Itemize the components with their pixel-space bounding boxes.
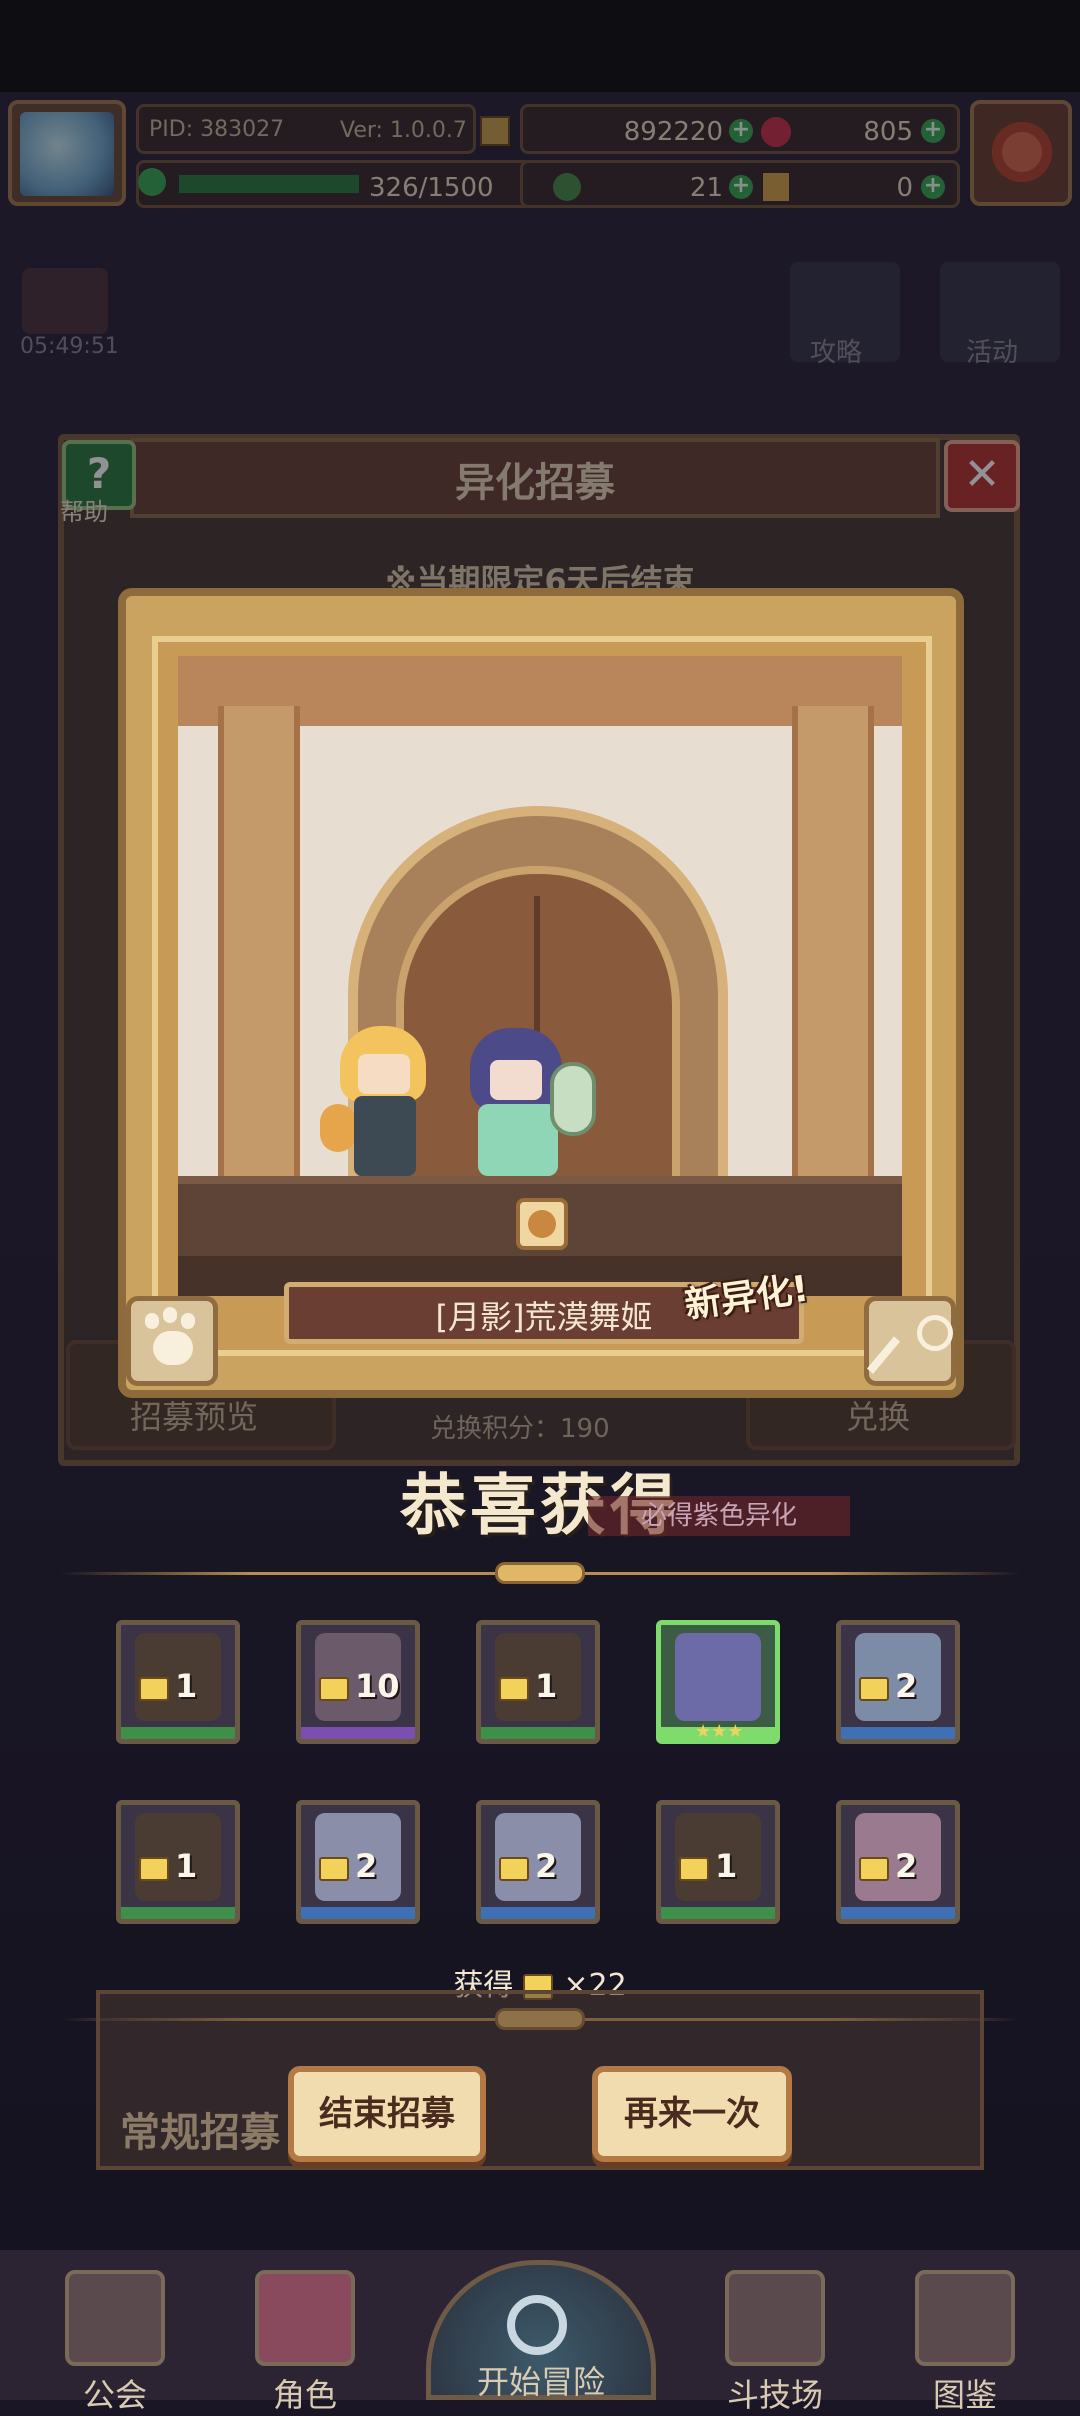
shard-count: 1 bbox=[715, 1847, 738, 1885]
nav-guild[interactable]: 公会 bbox=[40, 2270, 190, 2416]
rarity-bar bbox=[481, 1727, 595, 1739]
nav-codex[interactable]: 图鉴 bbox=[890, 2270, 1040, 2416]
reward-tile[interactable]: 2 bbox=[476, 1800, 600, 1924]
shard-pack-icon bbox=[499, 1677, 529, 1701]
reward-tile[interactable]: ★★★ bbox=[656, 1620, 780, 1744]
rarity-bar bbox=[841, 1907, 955, 1919]
paw-icon[interactable] bbox=[126, 1296, 218, 1386]
shard-count: 10 bbox=[355, 1667, 400, 1705]
nav-arena[interactable]: 斗技场 bbox=[700, 2270, 850, 2416]
shard-pack-icon bbox=[679, 1857, 709, 1881]
reward-tile[interactable]: 1 bbox=[116, 1800, 240, 1924]
character-scene bbox=[178, 656, 902, 1296]
nav-codex-label: 图鉴 bbox=[932, 2376, 997, 2414]
shard-count: 2 bbox=[895, 1667, 918, 1705]
rarity-bar bbox=[841, 1727, 955, 1739]
shard-count: 1 bbox=[535, 1667, 558, 1705]
nav-arena-label: 斗技场 bbox=[726, 2376, 823, 2414]
character-icon bbox=[255, 2270, 355, 2366]
recruit-again-button[interactable]: 再来一次 bbox=[592, 2066, 792, 2162]
shard-pack-icon bbox=[319, 1677, 349, 1701]
shard-pack-icon bbox=[319, 1857, 349, 1881]
book-icon bbox=[915, 2270, 1015, 2366]
shard-count: 1 bbox=[175, 1847, 198, 1885]
regular-recruit-label: 常规招募 bbox=[120, 2110, 280, 2156]
shard-pack-icon bbox=[139, 1857, 169, 1881]
rarity-bar bbox=[301, 1907, 415, 1919]
reward-tile[interactable]: 1 bbox=[476, 1620, 600, 1744]
congrats-title: 恭喜获得 bbox=[400, 1467, 680, 1544]
nav-guild-label: 公会 bbox=[82, 2376, 147, 2414]
shard-count: 2 bbox=[895, 1847, 918, 1885]
star-rating: ★★★ bbox=[695, 1721, 744, 1742]
rarity-bar bbox=[661, 1907, 775, 1919]
shard-pack-icon bbox=[139, 1677, 169, 1701]
hero-portrait bbox=[675, 1633, 761, 1721]
rarity-bar bbox=[481, 1907, 595, 1919]
reward-tile[interactable]: 1 bbox=[116, 1620, 240, 1744]
rarity-bar bbox=[301, 1727, 415, 1739]
purple-guarantee-hint: 必得紫色异化 bbox=[588, 1496, 850, 1536]
nav-character-label: 角色 bbox=[272, 2376, 337, 2414]
shard-pack-icon bbox=[859, 1677, 889, 1701]
rarity-bar bbox=[121, 1907, 235, 1919]
reward-tile[interactable]: 10 bbox=[296, 1620, 420, 1744]
guild-icon bbox=[65, 2270, 165, 2366]
shard-count: 1 bbox=[175, 1667, 198, 1705]
shard-count: 2 bbox=[535, 1847, 558, 1885]
crossed-swords-icon bbox=[725, 2270, 825, 2366]
shard-pack-icon bbox=[499, 1857, 529, 1881]
reward-tile[interactable]: 2 bbox=[836, 1800, 960, 1924]
rarity-bar bbox=[121, 1727, 235, 1739]
reward-tile[interactable]: 2 bbox=[296, 1800, 420, 1924]
reward-tile[interactable]: 1 bbox=[656, 1800, 780, 1924]
status-bar bbox=[0, 0, 1080, 92]
shard-pack-icon bbox=[859, 1857, 889, 1881]
medal-icon bbox=[516, 1198, 568, 1250]
search-icon bbox=[507, 2295, 567, 2355]
end-recruit-button[interactable]: 结束招募 bbox=[288, 2066, 486, 2162]
reward-tile[interactable]: 2 bbox=[836, 1620, 960, 1744]
key-icon[interactable] bbox=[864, 1296, 956, 1386]
shard-count: 2 bbox=[355, 1847, 378, 1885]
divider-ornament bbox=[495, 1562, 585, 1584]
nav-adventure-label: 开始冒险 bbox=[476, 2363, 605, 2401]
nav-character[interactable]: 角色 bbox=[230, 2270, 380, 2416]
